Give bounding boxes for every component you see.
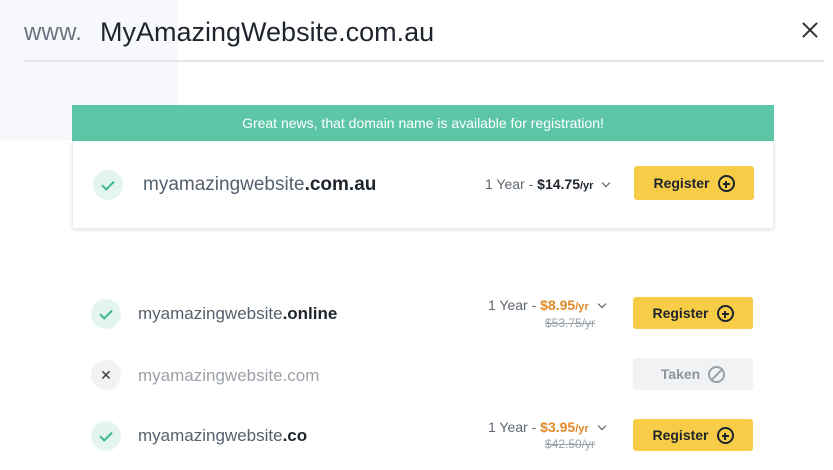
domain-name: myamazingwebsite.co (138, 426, 307, 446)
ban-icon (708, 365, 726, 383)
domain-tld: .co (282, 426, 308, 445)
domain-base: myamazingwebsite (138, 426, 283, 445)
domain-base: myamazingwebsite (143, 174, 305, 195)
taken-button: Taken (633, 358, 753, 390)
domain-name: myamazingwebsite.online (138, 304, 337, 324)
term-label: 1 Year - (488, 419, 537, 435)
sale-price: $3.95 (540, 419, 576, 435)
featured-result-card: myamazingwebsite.com.au 1 Year - $14.75/… (72, 141, 774, 229)
term-selector[interactable]: 1 Year - $14.75/yr (485, 176, 611, 192)
domain-name: myamazingwebsite.com (138, 366, 319, 386)
domain-search-input[interactable] (100, 17, 700, 48)
domain-tld: .online (282, 304, 338, 323)
register-button[interactable]: Register (633, 419, 753, 451)
result-row: ✕ myamazingwebsite.com Taken (0, 345, 833, 405)
check-icon (93, 170, 123, 200)
register-button-label: Register (653, 175, 710, 191)
price: $14.75 (537, 176, 580, 192)
plus-circle-icon (717, 174, 735, 192)
sale-price: $8.95 (540, 297, 576, 313)
result-row: myamazingwebsite.co 1 Year - $3.95/yr $4… (0, 405, 833, 465)
original-price: $42.50/yr (545, 437, 596, 451)
check-icon (91, 299, 121, 329)
register-button-label: Register (652, 305, 709, 321)
plus-circle-icon (716, 426, 734, 444)
www-prefix: www. (24, 19, 83, 46)
term-label: 1 Year - (488, 297, 537, 313)
check-icon (91, 421, 121, 451)
price-period: /yr (575, 301, 589, 313)
chevron-down-icon (597, 299, 606, 309)
chevron-down-icon (602, 178, 611, 188)
domain-tld: .com.au (304, 174, 377, 195)
domain-base: myamazingwebsite.com (138, 366, 320, 385)
close-icon[interactable] (799, 20, 821, 42)
term-selector[interactable]: 1 Year - $3.95/yr (488, 419, 606, 435)
original-price: $53.75/yr (545, 316, 596, 330)
price-period: /yr (575, 423, 589, 435)
taken-button-label: Taken (660, 366, 701, 382)
register-button-label: Register (652, 427, 709, 443)
result-row: myamazingwebsite.online 1 Year - $8.95/y… (0, 283, 833, 343)
availability-banner: Great news, that domain name is availabl… (72, 105, 774, 141)
featured-domain-name: myamazingwebsite.com.au (143, 174, 376, 196)
register-button[interactable]: Register (634, 166, 754, 200)
plus-circle-icon (716, 304, 734, 322)
domain-search-modal: www. Great news, that domain name is ava… (0, 0, 833, 470)
search-header: www. (24, 0, 824, 62)
term-selector[interactable]: 1 Year - $8.95/yr (488, 297, 606, 313)
price-period: /yr (579, 180, 594, 192)
cross-icon: ✕ (91, 360, 121, 390)
chevron-down-icon (597, 421, 606, 431)
domain-base: myamazingwebsite (138, 304, 283, 323)
term-label: 1 Year - (485, 176, 534, 192)
register-button[interactable]: Register (633, 297, 753, 329)
